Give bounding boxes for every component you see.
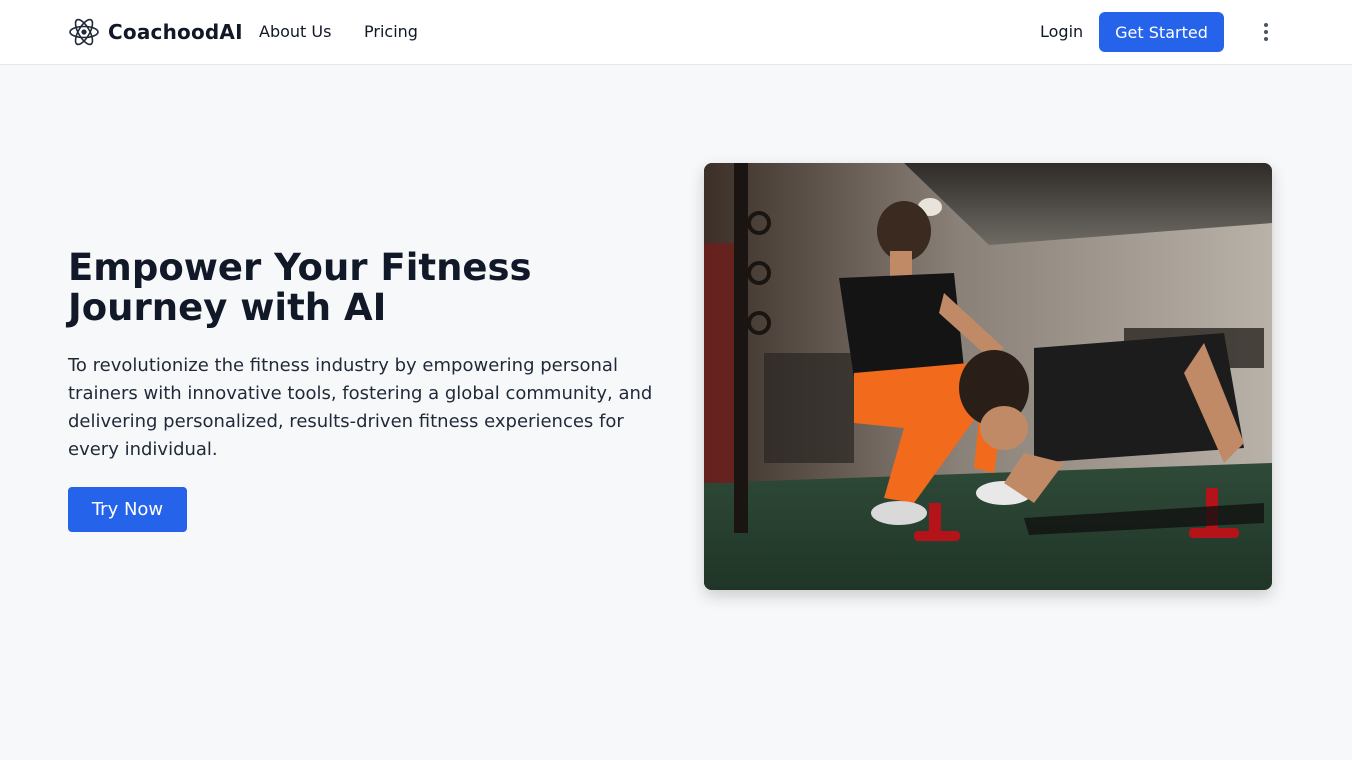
more-vertical-icon[interactable]	[1254, 18, 1278, 46]
nav-pricing-link[interactable]: Pricing	[364, 20, 418, 44]
hero-image	[704, 163, 1272, 590]
hero-title: Empower Your Fitness Journey with AI	[68, 246, 532, 329]
trainer-workout-illustration	[704, 163, 1272, 590]
nav-about-us-link[interactable]: About Us	[259, 20, 331, 44]
navbar: CoachoodAI About Us Pricing Login Get St…	[0, 0, 1352, 65]
brand-name: CoachoodAI	[108, 20, 243, 44]
hero-description: To revolutionize the fitness industry by…	[68, 355, 653, 460]
get-started-button[interactable]: Get Started	[1099, 12, 1224, 52]
try-now-button[interactable]: Try Now	[68, 487, 187, 532]
atom-logo-icon	[69, 18, 99, 46]
login-link[interactable]: Login	[1040, 20, 1083, 44]
brand-link[interactable]: CoachoodAI	[68, 14, 243, 50]
